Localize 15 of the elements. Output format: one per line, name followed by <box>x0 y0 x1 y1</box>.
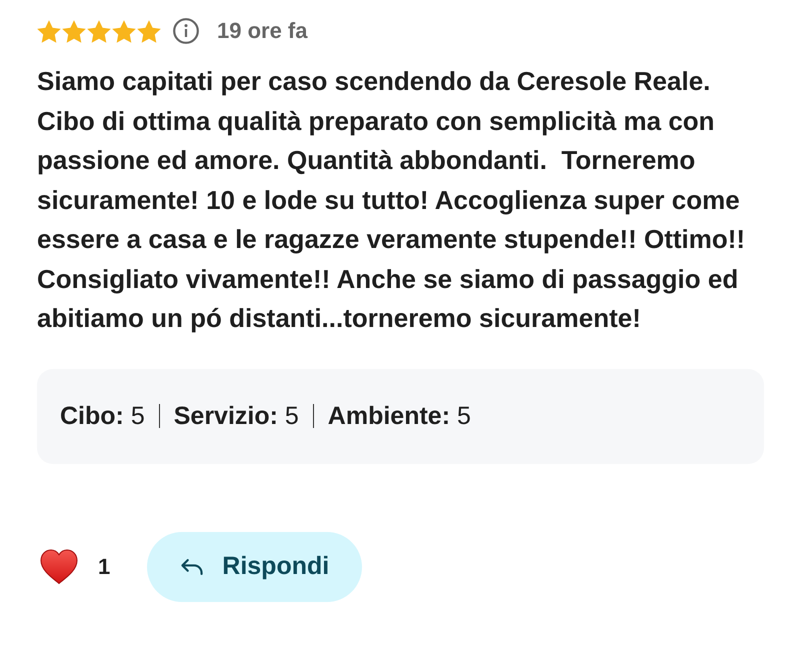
review-time: 19 ore fa <box>217 18 308 44</box>
star-icon <box>37 20 61 42</box>
rating-score: Servizio: 5 <box>174 402 299 430</box>
like-count: 1 <box>98 554 110 580</box>
reply-button[interactable]: Rispondi <box>147 532 362 602</box>
star-icon <box>87 20 111 42</box>
star-icon <box>112 20 136 42</box>
star-icon <box>62 20 86 42</box>
star-icon <box>137 20 161 42</box>
heart-icon <box>40 548 78 584</box>
review-text: Siamo capitati per caso scendendo da Ceresole Reale. Cibo di ottima qualità preparato con semplicità ma con passione ed amore. Quantità abbondanti. Torneremo sicuramente! 10 e lode su tutto! Accoglienza super come essere a casa e le ragazze veramente stupende!! Ottimo!! Consigliato vivamente!! Anche se siamo di passaggio ed abitiamo un pó distanti...torneremo sicuramente! <box>37 65 746 335</box>
reply-arrow-icon <box>180 558 204 575</box>
info-icon <box>173 18 199 44</box>
rating-score: Ambiente: 5 <box>328 402 471 430</box>
rating-score: Cibo: 5 <box>60 402 145 430</box>
